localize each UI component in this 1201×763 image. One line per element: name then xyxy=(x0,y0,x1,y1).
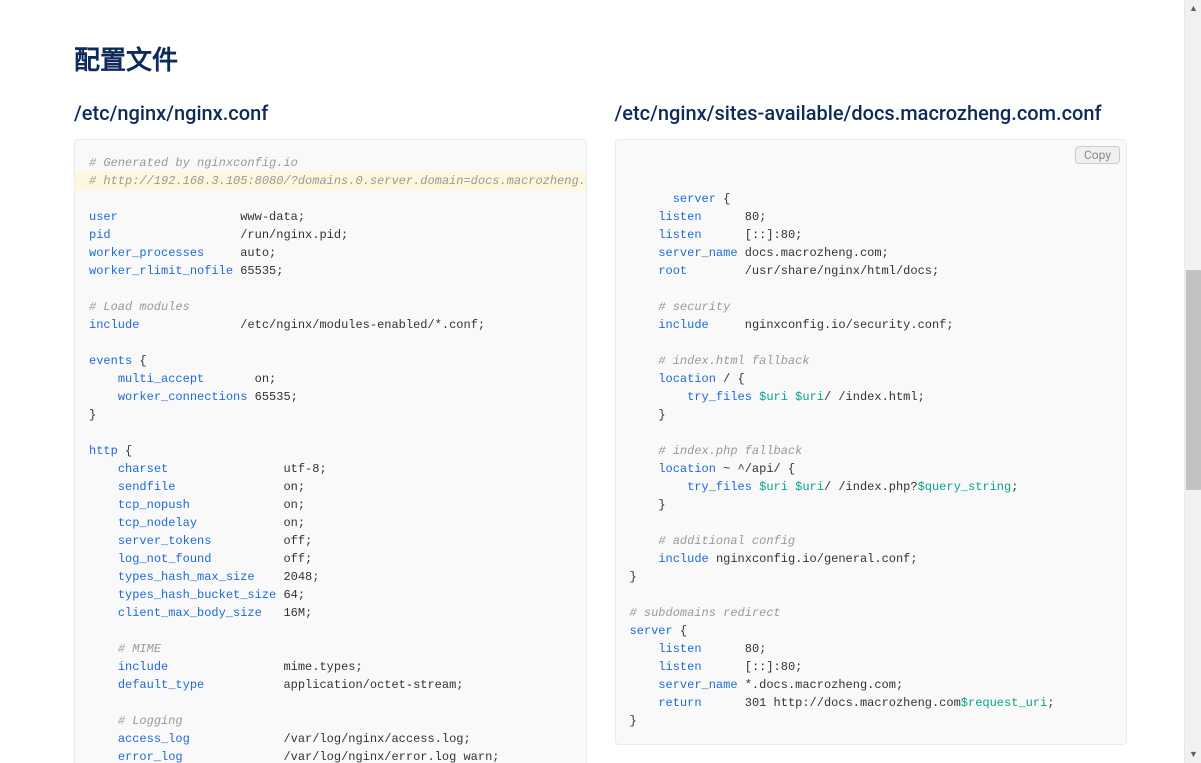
left-column: /etc/nginx/nginx.conf # Generated by ngi… xyxy=(74,101,587,763)
page-title: 配置文件 xyxy=(74,40,1127,77)
columns: /etc/nginx/nginx.conf # Generated by ngi… xyxy=(74,101,1127,763)
left-code-block[interactable]: # Generated by nginxconfig.io # http://1… xyxy=(74,139,587,763)
scroll-up-button[interactable]: ▲ xyxy=(1185,0,1201,17)
left-filename: /etc/nginx/nginx.conf xyxy=(74,101,587,125)
page-scrollbar[interactable]: ▲ ▼ xyxy=(1184,0,1201,763)
right-filename: /etc/nginx/sites-available/docs.macrozhe… xyxy=(615,101,1128,125)
copy-button[interactable]: Copy xyxy=(1075,146,1120,164)
page-container: 配置文件 /etc/nginx/nginx.conf # Generated b… xyxy=(0,0,1201,763)
right-code-block[interactable]: Copy server { listen 80; listen [::]:80;… xyxy=(615,139,1128,745)
right-column: /etc/nginx/sites-available/docs.macrozhe… xyxy=(615,101,1128,763)
scroll-thumb[interactable] xyxy=(1186,270,1201,490)
scroll-down-button[interactable]: ▼ xyxy=(1185,746,1201,763)
